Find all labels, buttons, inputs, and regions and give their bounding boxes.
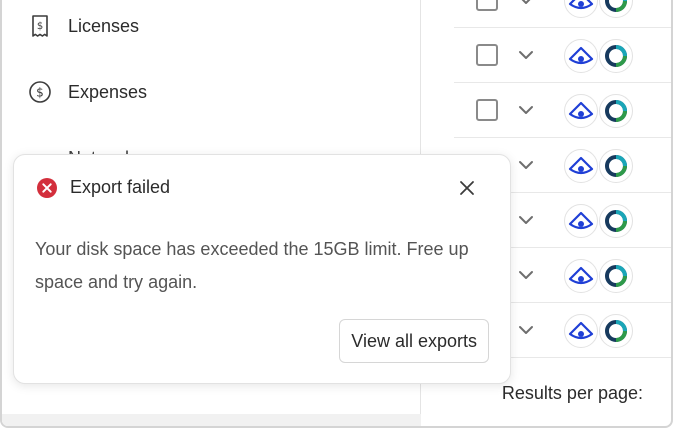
- svg-text:$: $: [36, 86, 44, 100]
- eye-app-icon: [564, 0, 598, 18]
- eye-app-icon: [564, 259, 598, 293]
- eye-app-icon: [564, 94, 598, 128]
- ring-app-icon: [599, 94, 633, 128]
- results-per-page-label: Results per page:: [501, 383, 643, 403]
- sidebar-item-label: Expenses: [68, 81, 148, 102]
- chevron-down-icon[interactable]: [516, 0, 536, 10]
- ring-app-icon: [599, 0, 633, 18]
- row-checkbox[interactable]: [476, 0, 498, 11]
- dollar-circle-icon: $: [28, 80, 52, 104]
- table-row: [454, 0, 671, 28]
- chevron-down-icon[interactable]: [516, 155, 536, 175]
- app-frame: $ Licenses $ Expenses Network: [0, 0, 673, 428]
- ring-app-icon: [599, 314, 633, 348]
- chevron-down-icon[interactable]: [516, 100, 536, 120]
- ring-app-icon: [599, 259, 633, 293]
- sidebar-footer-strip: [2, 414, 421, 426]
- svg-text:$: $: [37, 21, 43, 32]
- row-checkbox[interactable]: [476, 44, 498, 66]
- ring-app-icon: [599, 39, 633, 73]
- chevron-down-icon[interactable]: [516, 45, 536, 65]
- table-row: [454, 83, 671, 138]
- error-circle-icon: [36, 177, 58, 199]
- sidebar-item-label: Licenses: [68, 15, 140, 36]
- eye-app-icon: [564, 39, 598, 73]
- eye-app-icon: [564, 314, 598, 348]
- toast-title: Export failed: [70, 177, 171, 197]
- chevron-down-icon[interactable]: [516, 265, 536, 285]
- chevron-down-icon[interactable]: [516, 320, 536, 340]
- receipt-dollar-icon: $: [28, 14, 52, 38]
- row-checkbox[interactable]: [476, 99, 498, 121]
- sidebar-item-expenses[interactable]: $ Expenses: [28, 80, 147, 104]
- ring-app-icon: [599, 149, 633, 183]
- eye-app-icon: [564, 204, 598, 238]
- toast-message: Your disk space has exceeded the 15GB li…: [35, 239, 469, 292]
- view-all-exports-button[interactable]: View all exports: [339, 319, 489, 363]
- chevron-down-icon[interactable]: [516, 210, 536, 230]
- export-failed-toast: Export failed Your disk space has exceed…: [13, 154, 511, 384]
- close-icon[interactable]: [456, 177, 478, 199]
- ring-app-icon: [599, 204, 633, 238]
- table-row: [454, 28, 671, 83]
- sidebar-item-licenses[interactable]: $ Licenses: [28, 14, 139, 38]
- eye-app-icon: [564, 149, 598, 183]
